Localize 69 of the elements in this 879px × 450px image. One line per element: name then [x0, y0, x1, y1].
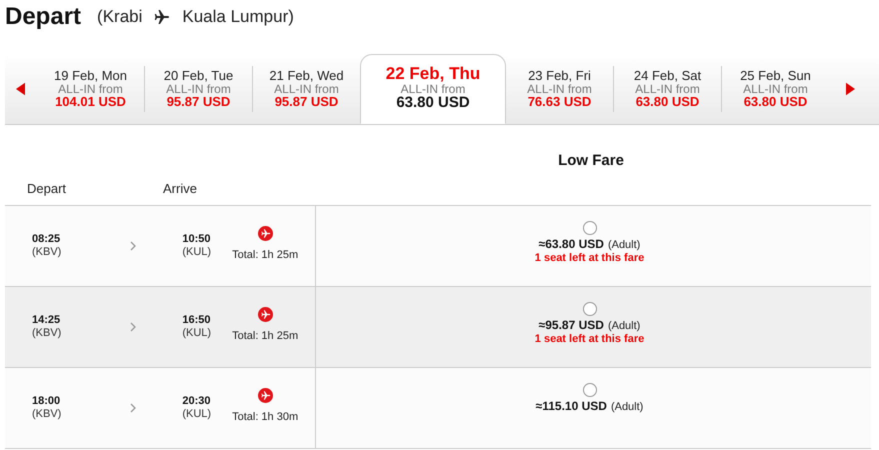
- arrive-time: 16:50: [182, 314, 212, 327]
- depart-time: 18:00: [32, 395, 62, 408]
- next-arrow-icon[interactable]: [846, 82, 855, 96]
- fare-radio[interactable]: [582, 221, 596, 235]
- airline-logo-icon: [258, 306, 273, 322]
- fare-label: ALL-IN from: [743, 82, 808, 96]
- fare-label: ALL-IN from: [166, 82, 231, 96]
- fare-label: ALL-IN from: [274, 82, 339, 96]
- airport-code: (KUL): [182, 327, 212, 340]
- fare-label: ALL-IN from: [400, 82, 466, 96]
- fare-radio[interactable]: [582, 383, 596, 397]
- passenger-type: (Adult): [610, 401, 644, 413]
- fare-label: ALL-IN from: [58, 82, 123, 96]
- column-header: Depart: [27, 181, 68, 196]
- chevron-icon: [130, 241, 136, 251]
- arrive-time: 10:50: [182, 233, 212, 246]
- airport-code: (KUL): [182, 408, 212, 421]
- passenger-type: (Adult): [608, 320, 640, 332]
- date-label: 24 Feb, Sat: [634, 69, 702, 83]
- date-tab[interactable]: 25 Feb, Sun ALL-IN from 63.80 USD: [722, 66, 829, 112]
- chevron-icon: [130, 403, 136, 413]
- date-label: 23 Feb, Fri: [528, 69, 591, 83]
- date-label: 21 Feb, Wed: [269, 69, 344, 83]
- fare-price: ≈63.80 USD: [538, 237, 604, 251]
- date-tab[interactable]: 21 Feb, Wed ALL-IN from 95.87 USD: [253, 66, 360, 112]
- fare-price: 63.80 USD: [396, 95, 470, 112]
- fare-radio[interactable]: [582, 302, 596, 316]
- passenger-type: (Adult): [608, 239, 640, 251]
- date-tab[interactable]: 22 Feb, Thu ALL-IN from 63.80 USD: [360, 54, 506, 124]
- fare-price: 76.63 USD: [528, 95, 592, 109]
- date-label: 19 Feb, Mon: [54, 69, 127, 83]
- chevron-icon: [130, 322, 136, 332]
- fare-price: 95.87 USD: [166, 95, 230, 109]
- date-tab[interactable]: 19 Feb, Mon ALL-IN from 104.01 USD: [37, 66, 145, 112]
- airport-code: (KBV): [32, 246, 62, 259]
- arrive-time: 20:30: [182, 395, 212, 408]
- date-label: 20 Feb, Tue: [164, 69, 234, 83]
- date-label: 22 Feb, Thu: [386, 65, 480, 83]
- previous-arrow-icon[interactable]: [16, 82, 25, 96]
- fare-price: 63.80 USD: [636, 95, 700, 109]
- total-duration: Total: 1h 25m: [232, 330, 298, 342]
- page-title: Depart: [5, 3, 82, 31]
- route-destination: Kuala Lumpur): [182, 7, 294, 27]
- fare-heading: Low Fare: [558, 152, 624, 171]
- seats-left-note: 1 seat left at this fare: [534, 252, 644, 264]
- airport-code: (KUL): [182, 246, 212, 259]
- fare-price: 95.87 USD: [274, 95, 338, 109]
- seats-left-note: 1 seat left at this fare: [534, 333, 644, 345]
- date-tab[interactable]: 20 Feb, Tue ALL-IN from 95.87 USD: [145, 66, 253, 112]
- airport-code: (KBV): [32, 327, 62, 340]
- fare-label: ALL-IN from: [527, 82, 592, 96]
- fare-price: 104.01 USD: [55, 95, 126, 109]
- fare-price: ≈95.87 USD: [538, 318, 604, 332]
- total-duration: Total: 1h 30m: [232, 410, 298, 422]
- fare-price: 63.80 USD: [744, 95, 808, 109]
- airline-logo-icon: [258, 388, 273, 402]
- depart-time: 14:25: [32, 314, 62, 327]
- airline-logo-icon: [258, 226, 273, 240]
- date-tab[interactable]: 24 Feb, Sat ALL-IN from 63.80 USD: [614, 66, 722, 112]
- airplane-icon: [154, 9, 170, 25]
- fare-price: ≈115.10 USD: [536, 399, 607, 413]
- total-duration: Total: 1h 25m: [232, 248, 298, 260]
- date-tab[interactable]: 23 Feb, Fri ALL-IN from 76.63 USD: [506, 66, 614, 112]
- route-origin: (Krabi: [97, 7, 142, 27]
- airport-code: (KBV): [32, 408, 62, 421]
- fare-label: ALL-IN from: [635, 82, 700, 96]
- date-label: 25 Feb, Sun: [740, 69, 811, 83]
- depart-time: 08:25: [32, 233, 62, 246]
- column-header: Arrive: [163, 181, 197, 196]
